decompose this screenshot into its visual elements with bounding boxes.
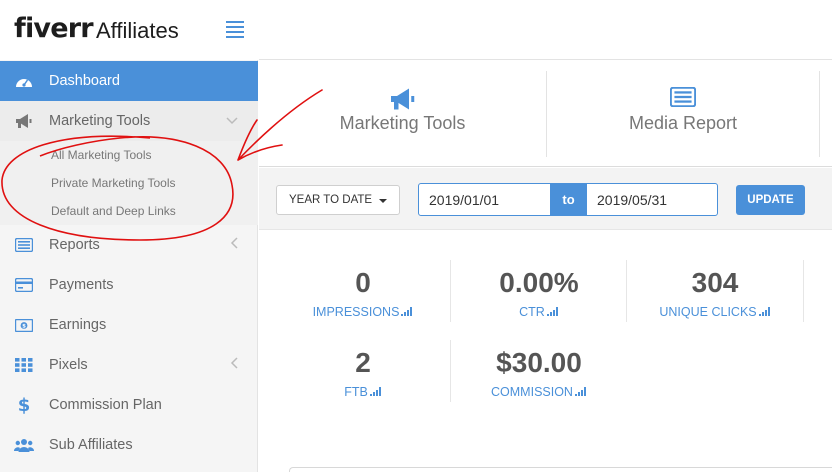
sidebar-item-label: Dashboard xyxy=(49,73,120,89)
sidebar-item-pixels[interactable]: Pixels xyxy=(0,345,258,385)
brand-logo[interactable]: fiverr Affiliates xyxy=(0,0,258,60)
sidebar-item-dashboard[interactable]: Dashboard xyxy=(0,61,258,101)
sidebar-item-label: Pixels xyxy=(49,357,88,373)
end-date-input[interactable]: 2019/05/31 xyxy=(586,183,718,216)
stat-label-ftb[interactable]: FTB xyxy=(275,385,451,399)
stat-value: 304 xyxy=(691,267,739,298)
stat-value: 2 xyxy=(355,347,371,378)
sidebar-item-sub-affiliates[interactable]: Sub Affiliates xyxy=(0,425,258,465)
sidebar-item-label: Marketing Tools xyxy=(49,113,151,129)
dollar-icon: $ xyxy=(14,395,34,415)
submenu-item-all-marketing-tools[interactable]: All Marketing Tools xyxy=(0,141,258,169)
sidebar-item-marketing-tools[interactable]: Marketing Tools xyxy=(0,101,258,141)
stat-label-commission[interactable]: COMMISSION xyxy=(451,385,627,399)
sidebar: fiverr Affiliates Dashboard Marketing To… xyxy=(0,0,258,472)
stat-unique-clicks: 304 UNIQUE CLICKS xyxy=(627,231,803,319)
sidebar-item-payments[interactable]: Payments xyxy=(0,265,258,305)
sidebar-item-label: Sub Affiliates xyxy=(49,437,133,453)
tab-marketing-tools[interactable]: Marketing Tools xyxy=(259,61,546,167)
svg-text:$: $ xyxy=(18,395,31,415)
stat-commission: $30.00 COMMISSION xyxy=(451,311,627,399)
date-filter-bar: YEAR TO DATE 2019/01/01 to 2019/05/31 UP… xyxy=(259,168,832,230)
stat-ftb: 2 FTB xyxy=(275,311,451,399)
sidebar-item-label: Commission Plan xyxy=(49,397,162,413)
submenu-item-default-deep-links[interactable]: Default and Deep Links xyxy=(0,197,258,225)
bottom-card-edge xyxy=(289,467,832,472)
chevron-down-icon xyxy=(226,113,238,128)
caret-down-icon xyxy=(379,199,387,203)
stat-value: 0 xyxy=(355,267,371,298)
date-range-select[interactable]: YEAR TO DATE xyxy=(276,185,400,215)
tab-media-report[interactable]: Media Report xyxy=(547,61,819,167)
stat-impressions: 0 IMPRESSIONS xyxy=(275,231,451,319)
sidebar-item-reports[interactable]: Reports xyxy=(0,225,258,265)
date-to-label: to xyxy=(551,183,586,216)
sidebar-item-earnings[interactable]: $ Earnings xyxy=(0,305,258,345)
list-icon xyxy=(14,236,34,254)
sidebar-item-label: Payments xyxy=(49,277,114,293)
sidebar-nav: Dashboard Marketing Tools All Marketing … xyxy=(0,61,258,465)
megaphone-icon xyxy=(389,87,417,116)
stats-panel: 0 IMPRESSIONS 0.00% CTR 304 UNIQUE CLICK… xyxy=(259,231,832,472)
submenu-item-private-marketing-tools[interactable]: Private Marketing Tools xyxy=(0,169,258,197)
date-range-value: YEAR TO DATE xyxy=(289,194,373,206)
credit-card-icon xyxy=(14,276,34,294)
stat-label-text: UNIQUE CLICKS xyxy=(659,305,757,319)
stat-label-text: COMMISSION xyxy=(491,385,573,399)
hamburger-menu-icon[interactable] xyxy=(226,21,244,38)
money-icon: $ xyxy=(14,316,34,334)
megaphone-icon xyxy=(14,112,34,130)
dashboard-icon xyxy=(14,72,34,90)
stat-value: $30.00 xyxy=(496,347,582,378)
fiverr-logo: fiverr xyxy=(14,13,94,44)
stat-ctr: 0.00% CTR xyxy=(451,231,627,319)
signal-bars-icon xyxy=(369,385,382,399)
update-button[interactable]: UPDATE xyxy=(736,185,805,215)
list-icon xyxy=(669,86,697,112)
feature-tabs: Marketing Tools Media Report xyxy=(259,61,832,167)
signal-bars-icon xyxy=(758,305,771,319)
grid-icon xyxy=(14,356,34,374)
tab-label: Marketing Tools xyxy=(339,113,466,133)
start-date-input[interactable]: 2019/01/01 xyxy=(418,183,551,216)
sidebar-item-label: Earnings xyxy=(49,317,107,333)
signal-bars-icon xyxy=(574,385,587,399)
chevron-left-icon xyxy=(230,237,238,252)
top-header-bar xyxy=(259,0,832,60)
affiliates-label: Affiliates xyxy=(96,18,179,43)
svg-text:$: $ xyxy=(22,323,26,329)
sidebar-item-commission-plan[interactable]: $ Commission Plan xyxy=(0,385,258,425)
users-icon xyxy=(14,436,34,454)
tab-divider xyxy=(819,71,820,157)
stat-label-unique-clicks[interactable]: UNIQUE CLICKS xyxy=(627,305,803,319)
chevron-left-icon xyxy=(230,357,238,372)
marketing-tools-submenu: All Marketing Tools Private Marketing To… xyxy=(0,141,258,225)
stat-divider xyxy=(803,260,804,322)
stat-label-text: FTB xyxy=(344,385,368,399)
tab-label: Media Report xyxy=(628,113,738,133)
sidebar-item-label: Reports xyxy=(49,237,100,253)
stat-value: 0.00% xyxy=(499,267,579,298)
